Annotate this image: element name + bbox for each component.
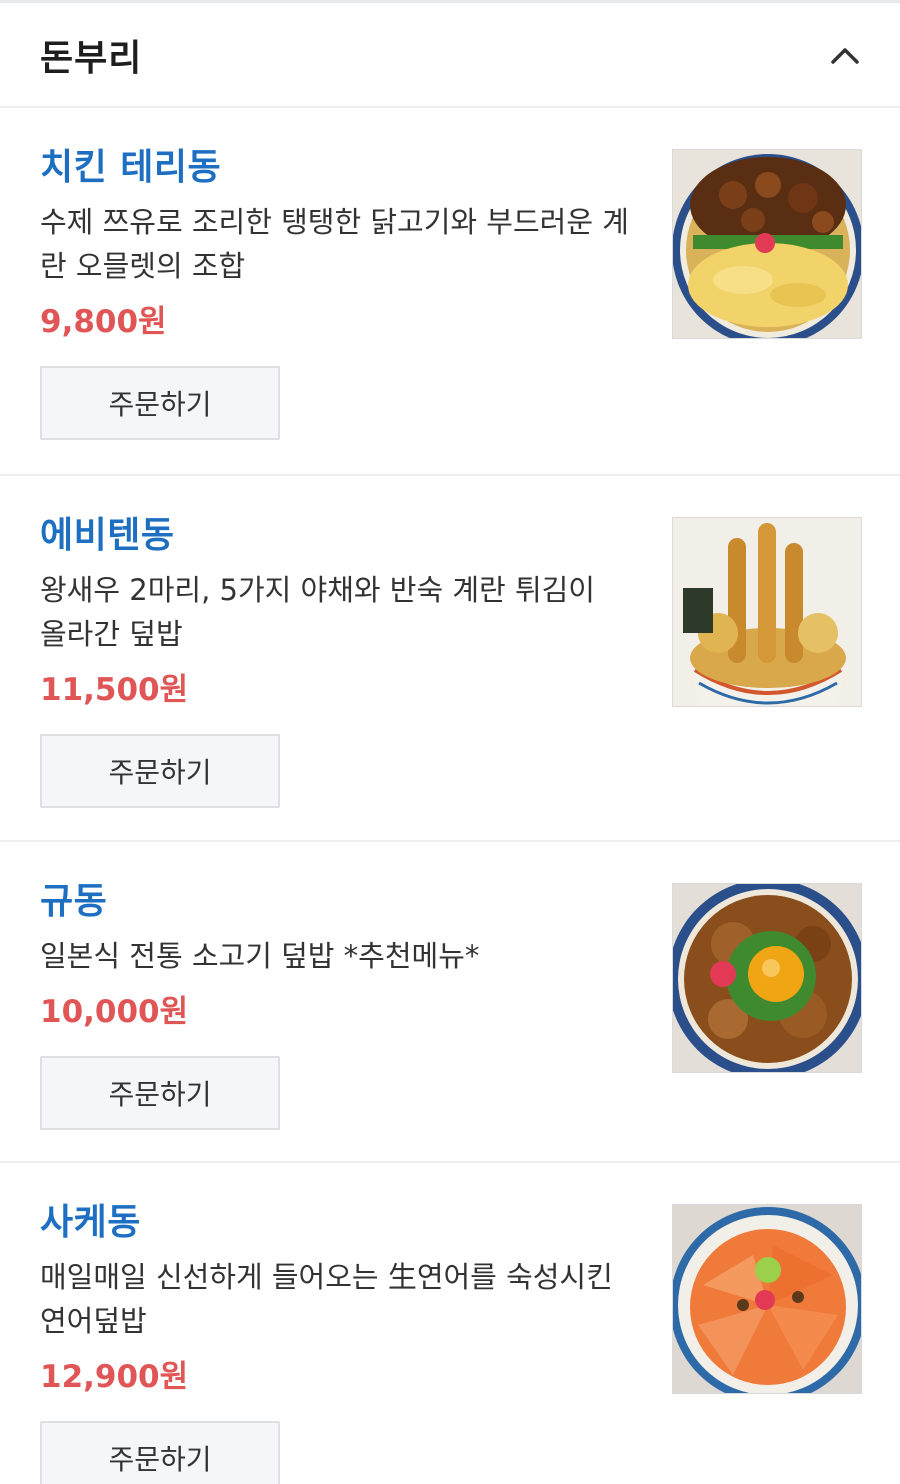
menu-item-ebiten-don[interactable]: 에비텐동 왕새우 2마리, 5가지 야채와 반숙 계란 튀김이 올라간 덮밥 1… (0, 476, 900, 842)
menu-item-description: 수제 쯔유로 조리한 탱탱한 닭고기와 부드러운 계란 오믈렛의 조합 (40, 205, 629, 283)
order-button[interactable]: 주문하기 (40, 1056, 280, 1130)
food-image-ebiten-don[interactable] (672, 517, 862, 707)
food-image-sakedon[interactable] (672, 1204, 862, 1394)
food-image-chicken-teridon[interactable] (672, 149, 862, 339)
menu-item-description: 매일매일 신선하게 들어오는 生연어를 숙성시킨 연어덮밥 (40, 1260, 613, 1338)
menu-item-gyudon[interactable]: 규동 일본식 전통 소고기 덮밥 *추천메뉴* 10,000원 주문하기 (0, 842, 900, 1163)
order-button[interactable]: 주문하기 (40, 1421, 280, 1484)
food-image-gyudon[interactable] (672, 883, 862, 1073)
menu-item-chicken-teridon[interactable]: 치킨 테리동 수제 쯔유로 조리한 탱탱한 닭고기와 부드러운 계란 오믈렛의 … (0, 108, 900, 476)
order-button[interactable]: 주문하기 (40, 734, 280, 808)
menu-item-description: 일본식 전통 소고기 덮밥 *추천메뉴* (40, 939, 480, 973)
order-button[interactable]: 주문하기 (40, 366, 280, 440)
menu-item-sakedon[interactable]: 사케동 매일매일 신선하게 들어오는 生연어를 숙성시킨 연어덮밥 12,900… (0, 1163, 900, 1484)
section-header[interactable]: 돈부리 (0, 3, 900, 108)
menu-item-description: 왕새우 2마리, 5가지 야채와 반숙 계란 튀김이 올라간 덮밥 (40, 573, 595, 651)
chevron-up-icon[interactable] (828, 38, 862, 72)
section-title: 돈부리 (40, 37, 143, 79)
